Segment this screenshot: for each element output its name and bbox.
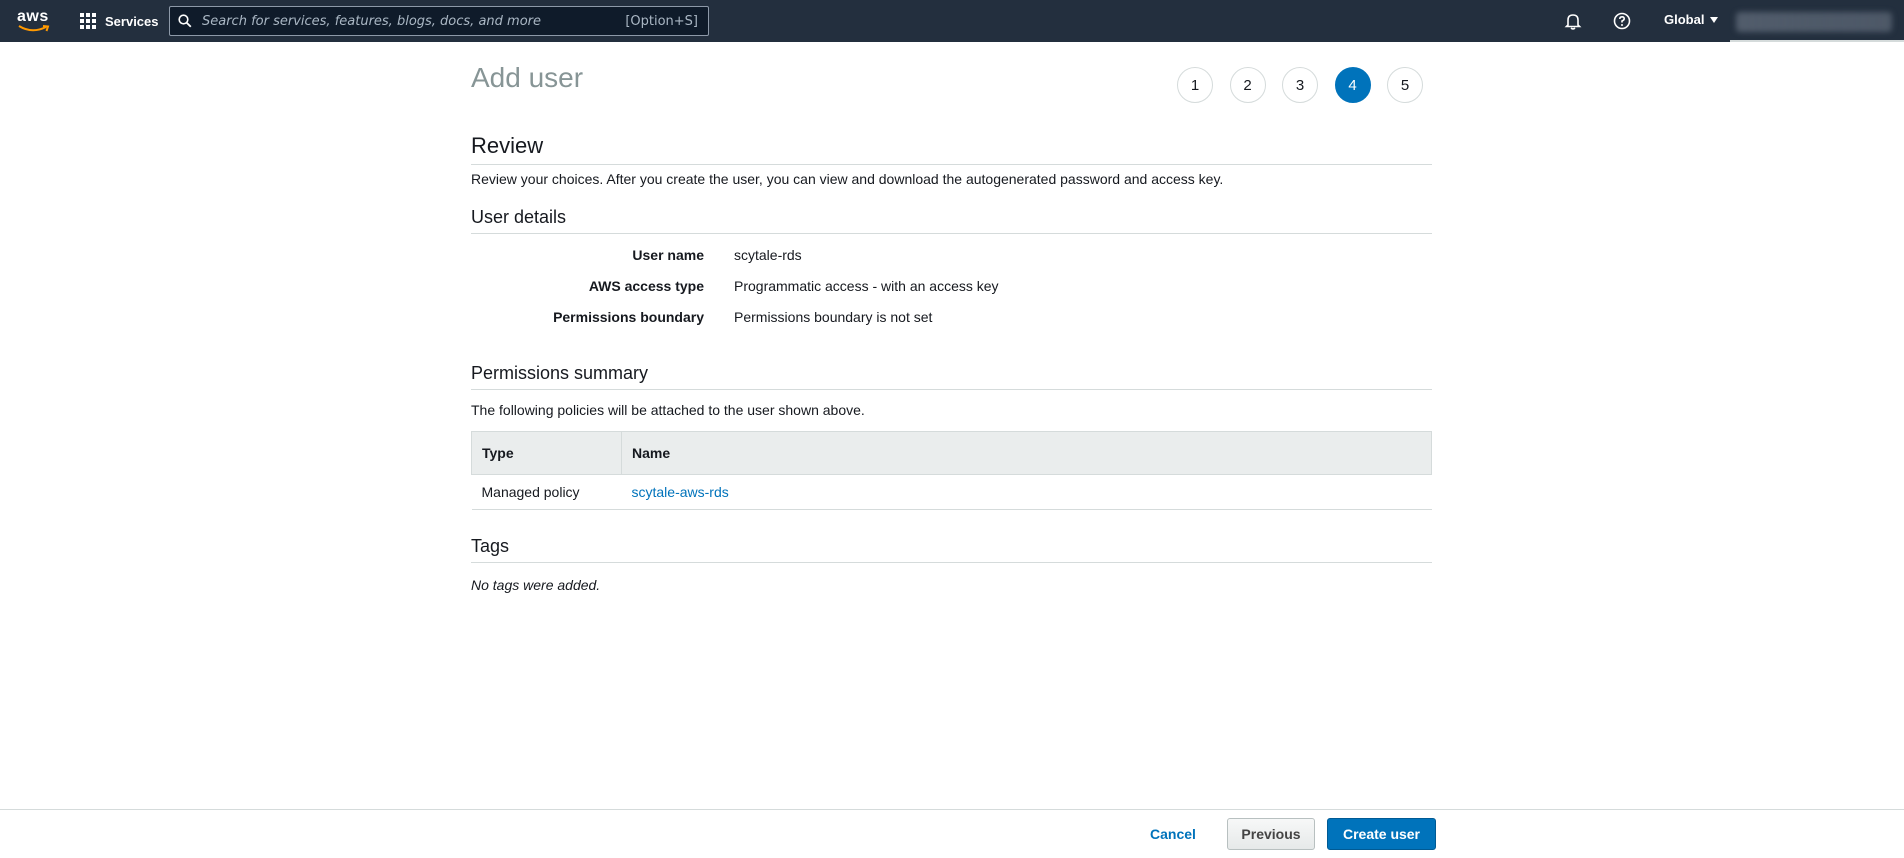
user-details-heading: User details bbox=[471, 207, 1432, 234]
aws-logo[interactable]: aws bbox=[16, 6, 52, 36]
table-header-row: Type Name bbox=[471, 431, 1432, 475]
page-title: Add user bbox=[471, 62, 584, 93]
search-input[interactable] bbox=[200, 8, 626, 34]
detail-row-user-name: User name scytale-rds bbox=[471, 247, 1432, 267]
column-header-type: Type bbox=[471, 431, 622, 475]
grid-icon bbox=[80, 12, 97, 30]
create-user-button[interactable]: Create user bbox=[1327, 818, 1436, 850]
aws-smile-icon bbox=[18, 25, 50, 32]
detail-label: Permissions boundary bbox=[553, 309, 704, 325]
permissions-description: The following policies will be attached … bbox=[471, 402, 865, 418]
permissions-summary-heading: Permissions summary bbox=[471, 363, 1432, 390]
detail-row-access-type: AWS access type Programmatic access - wi… bbox=[471, 278, 1432, 298]
tags-heading: Tags bbox=[471, 536, 1432, 563]
caret-down-icon bbox=[1710, 16, 1719, 23]
policy-table: Type Name Managed policy scytale-aws-rds bbox=[471, 431, 1432, 510]
global-search-box[interactable]: [Option+S] bbox=[169, 6, 709, 36]
review-heading: Review bbox=[471, 133, 1432, 165]
previous-button[interactable]: Previous bbox=[1227, 818, 1315, 850]
detail-row-permissions-boundary: Permissions boundary Permissions boundar… bbox=[471, 309, 1432, 329]
column-header-name: Name bbox=[621, 431, 1432, 475]
wizard-step-5[interactable]: 5 bbox=[1387, 67, 1423, 103]
wizard-footer: Cancel Previous Create user bbox=[0, 809, 1904, 858]
cancel-button[interactable]: Cancel bbox=[1144, 822, 1202, 846]
services-menu-button[interactable]: Services bbox=[80, 8, 159, 34]
tags-empty-message: No tags were added. bbox=[471, 577, 601, 593]
help-icon[interactable] bbox=[1612, 11, 1632, 31]
policy-name-link[interactable]: scytale-aws-rds bbox=[632, 484, 729, 500]
policy-name-cell: scytale-aws-rds bbox=[621, 474, 1432, 510]
search-icon bbox=[170, 7, 200, 35]
aws-logo-text: aws bbox=[17, 8, 49, 25]
account-menu-redacted[interactable] bbox=[1736, 12, 1892, 32]
detail-value: Permissions boundary is not set bbox=[734, 309, 933, 325]
services-label: Services bbox=[105, 13, 159, 29]
wizard-step-1[interactable]: 1 bbox=[1177, 67, 1213, 103]
wizard-step-4-active[interactable]: 4 bbox=[1334, 67, 1371, 103]
detail-label: AWS access type bbox=[588, 278, 704, 294]
notifications-bell-icon[interactable] bbox=[1563, 11, 1583, 31]
account-underline bbox=[1730, 40, 1904, 42]
wizard-step-3[interactable]: 3 bbox=[1282, 67, 1318, 103]
region-label: Global bbox=[1664, 12, 1705, 27]
region-selector[interactable]: Global bbox=[1664, 12, 1719, 27]
detail-label: User name bbox=[632, 247, 704, 263]
table-row: Managed policy scytale-aws-rds bbox=[471, 474, 1432, 510]
policy-type-cell: Managed policy bbox=[471, 474, 622, 510]
detail-value: Programmatic access - with an access key bbox=[734, 278, 999, 294]
wizard-step-2[interactable]: 2 bbox=[1229, 67, 1266, 103]
wizard-steps: 1 2 3 4 5 bbox=[1177, 67, 1440, 103]
review-description: Review your choices. After you create th… bbox=[471, 171, 1224, 187]
search-shortcut-hint: [Option+S] bbox=[625, 13, 698, 29]
top-navigation-bar: aws Services [Option+S] bbox=[0, 0, 1904, 42]
detail-value: scytale-rds bbox=[734, 247, 802, 263]
